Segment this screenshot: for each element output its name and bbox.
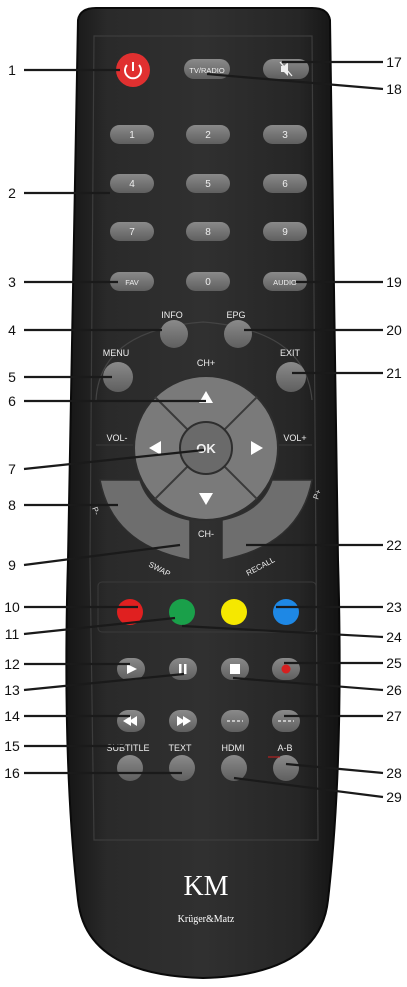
callout-number: 25 <box>386 655 402 671</box>
ab-label: A-B <box>277 743 292 753</box>
prev-chapter-button[interactable] <box>221 710 249 732</box>
digit-label: 7 <box>129 227 135 238</box>
digit-button-7[interactable]: 7 <box>110 222 154 241</box>
navigation-ring: OK <box>133 375 279 521</box>
epg-label: EPG <box>226 310 245 320</box>
vol-minus-label: VOL- <box>106 433 127 443</box>
right-callouts: 17 18 19 20 21 22 23 24 25 26 27 28 29 <box>386 54 402 805</box>
rewind-button[interactable] <box>117 710 145 732</box>
stop-button[interactable] <box>221 658 249 680</box>
callout-number: 6 <box>8 393 16 409</box>
text-button[interactable] <box>169 755 195 781</box>
brand-logo: KM <box>183 871 228 902</box>
left-callouts: 1 2 3 4 5 6 7 8 9 10 11 12 13 14 15 16 <box>4 62 20 781</box>
callout-number: 23 <box>386 599 402 615</box>
record-icon <box>281 664 291 674</box>
callout-number: 4 <box>8 322 16 338</box>
callout-number: 17 <box>386 54 402 70</box>
callout-number: 5 <box>8 369 16 385</box>
callout-number: 3 <box>8 274 16 290</box>
digit-label: 4 <box>129 179 135 190</box>
digit-label: 1 <box>129 130 135 141</box>
digit-label: 6 <box>282 179 288 190</box>
ab-button[interactable] <box>273 755 299 781</box>
hdmi-button[interactable] <box>221 755 247 781</box>
callout-number: 22 <box>386 537 402 553</box>
fav-label: FAV <box>125 278 139 287</box>
callout-number: 10 <box>4 599 20 615</box>
callout-number: 14 <box>4 708 20 724</box>
ok-label: OK <box>196 441 216 456</box>
ch-plus-label: CH+ <box>197 358 215 368</box>
callout-number: 9 <box>8 557 16 573</box>
digit-button-3[interactable]: 3 <box>263 125 307 144</box>
play-button[interactable] <box>117 658 145 680</box>
callout-number: 8 <box>8 497 16 513</box>
exit-label: EXIT <box>280 348 301 358</box>
callout-number: 1 <box>8 62 16 78</box>
digit-button-8[interactable]: 8 <box>186 222 230 241</box>
callout-number: 15 <box>4 738 20 754</box>
stop-icon <box>230 664 240 674</box>
fast-forward-button[interactable] <box>169 710 197 732</box>
callout-number: 19 <box>386 274 402 290</box>
digit-label: 5 <box>205 179 211 190</box>
callout-number: 13 <box>4 682 20 698</box>
digit-button-1[interactable]: 1 <box>110 125 154 144</box>
exit-button[interactable] <box>276 362 306 392</box>
callout-number: 27 <box>386 708 402 724</box>
callout-number: 11 <box>5 626 20 642</box>
callout-number: 7 <box>8 461 16 477</box>
next-chapter-button[interactable] <box>272 710 300 732</box>
callout-number: 2 <box>8 185 16 201</box>
subtitle-button[interactable] <box>117 755 143 781</box>
callout-number: 18 <box>386 81 402 97</box>
digit-label: 3 <box>282 130 288 141</box>
callout-number: 12 <box>4 656 20 672</box>
digit-button-4[interactable]: 4 <box>110 174 154 193</box>
digit-button-9[interactable]: 9 <box>263 222 307 241</box>
callout-number: 20 <box>386 322 402 338</box>
hdmi-label: HDMI <box>222 743 245 753</box>
callout-number: 24 <box>386 629 402 645</box>
brand-name: Krüger&Matz <box>178 914 235 925</box>
vol-plus-label: VOL+ <box>283 433 306 443</box>
menu-label: MENU <box>103 348 130 358</box>
callout-number: 16 <box>4 765 20 781</box>
digit-button-6[interactable]: 6 <box>263 174 307 193</box>
info-label: INFO <box>161 310 183 320</box>
digit-button-5[interactable]: 5 <box>186 174 230 193</box>
remote-diagram: TV/RADIO 1 2 3 4 5 6 7 8 9 FAV 0 AUDIO I… <box>4 7 402 980</box>
subtitle-label: SUBTITLE <box>106 743 149 753</box>
callout-number: 21 <box>386 365 402 381</box>
digit-label: 8 <box>205 227 211 238</box>
digit-label: 0 <box>205 277 211 288</box>
power-button[interactable] <box>116 53 150 87</box>
yellow-key-button[interactable] <box>221 599 247 625</box>
digit-button-2[interactable]: 2 <box>186 125 230 144</box>
digit-label: 9 <box>282 227 288 238</box>
pause-button[interactable] <box>169 658 197 680</box>
record-button[interactable] <box>272 658 300 680</box>
digit-button-0[interactable]: 0 <box>186 272 230 291</box>
audio-label: AUDIO <box>273 278 297 287</box>
info-button[interactable] <box>160 320 188 348</box>
callout-number: 28 <box>386 765 402 781</box>
pause-icon <box>179 664 182 674</box>
green-key-button[interactable] <box>169 599 195 625</box>
callout-number: 29 <box>386 789 402 805</box>
epg-button[interactable] <box>224 320 252 348</box>
digit-label: 2 <box>205 130 211 141</box>
callout-number: 26 <box>386 682 402 698</box>
blue-key-button[interactable] <box>273 599 299 625</box>
text-label: TEXT <box>168 743 192 753</box>
ch-minus-label: CH- <box>198 529 214 539</box>
